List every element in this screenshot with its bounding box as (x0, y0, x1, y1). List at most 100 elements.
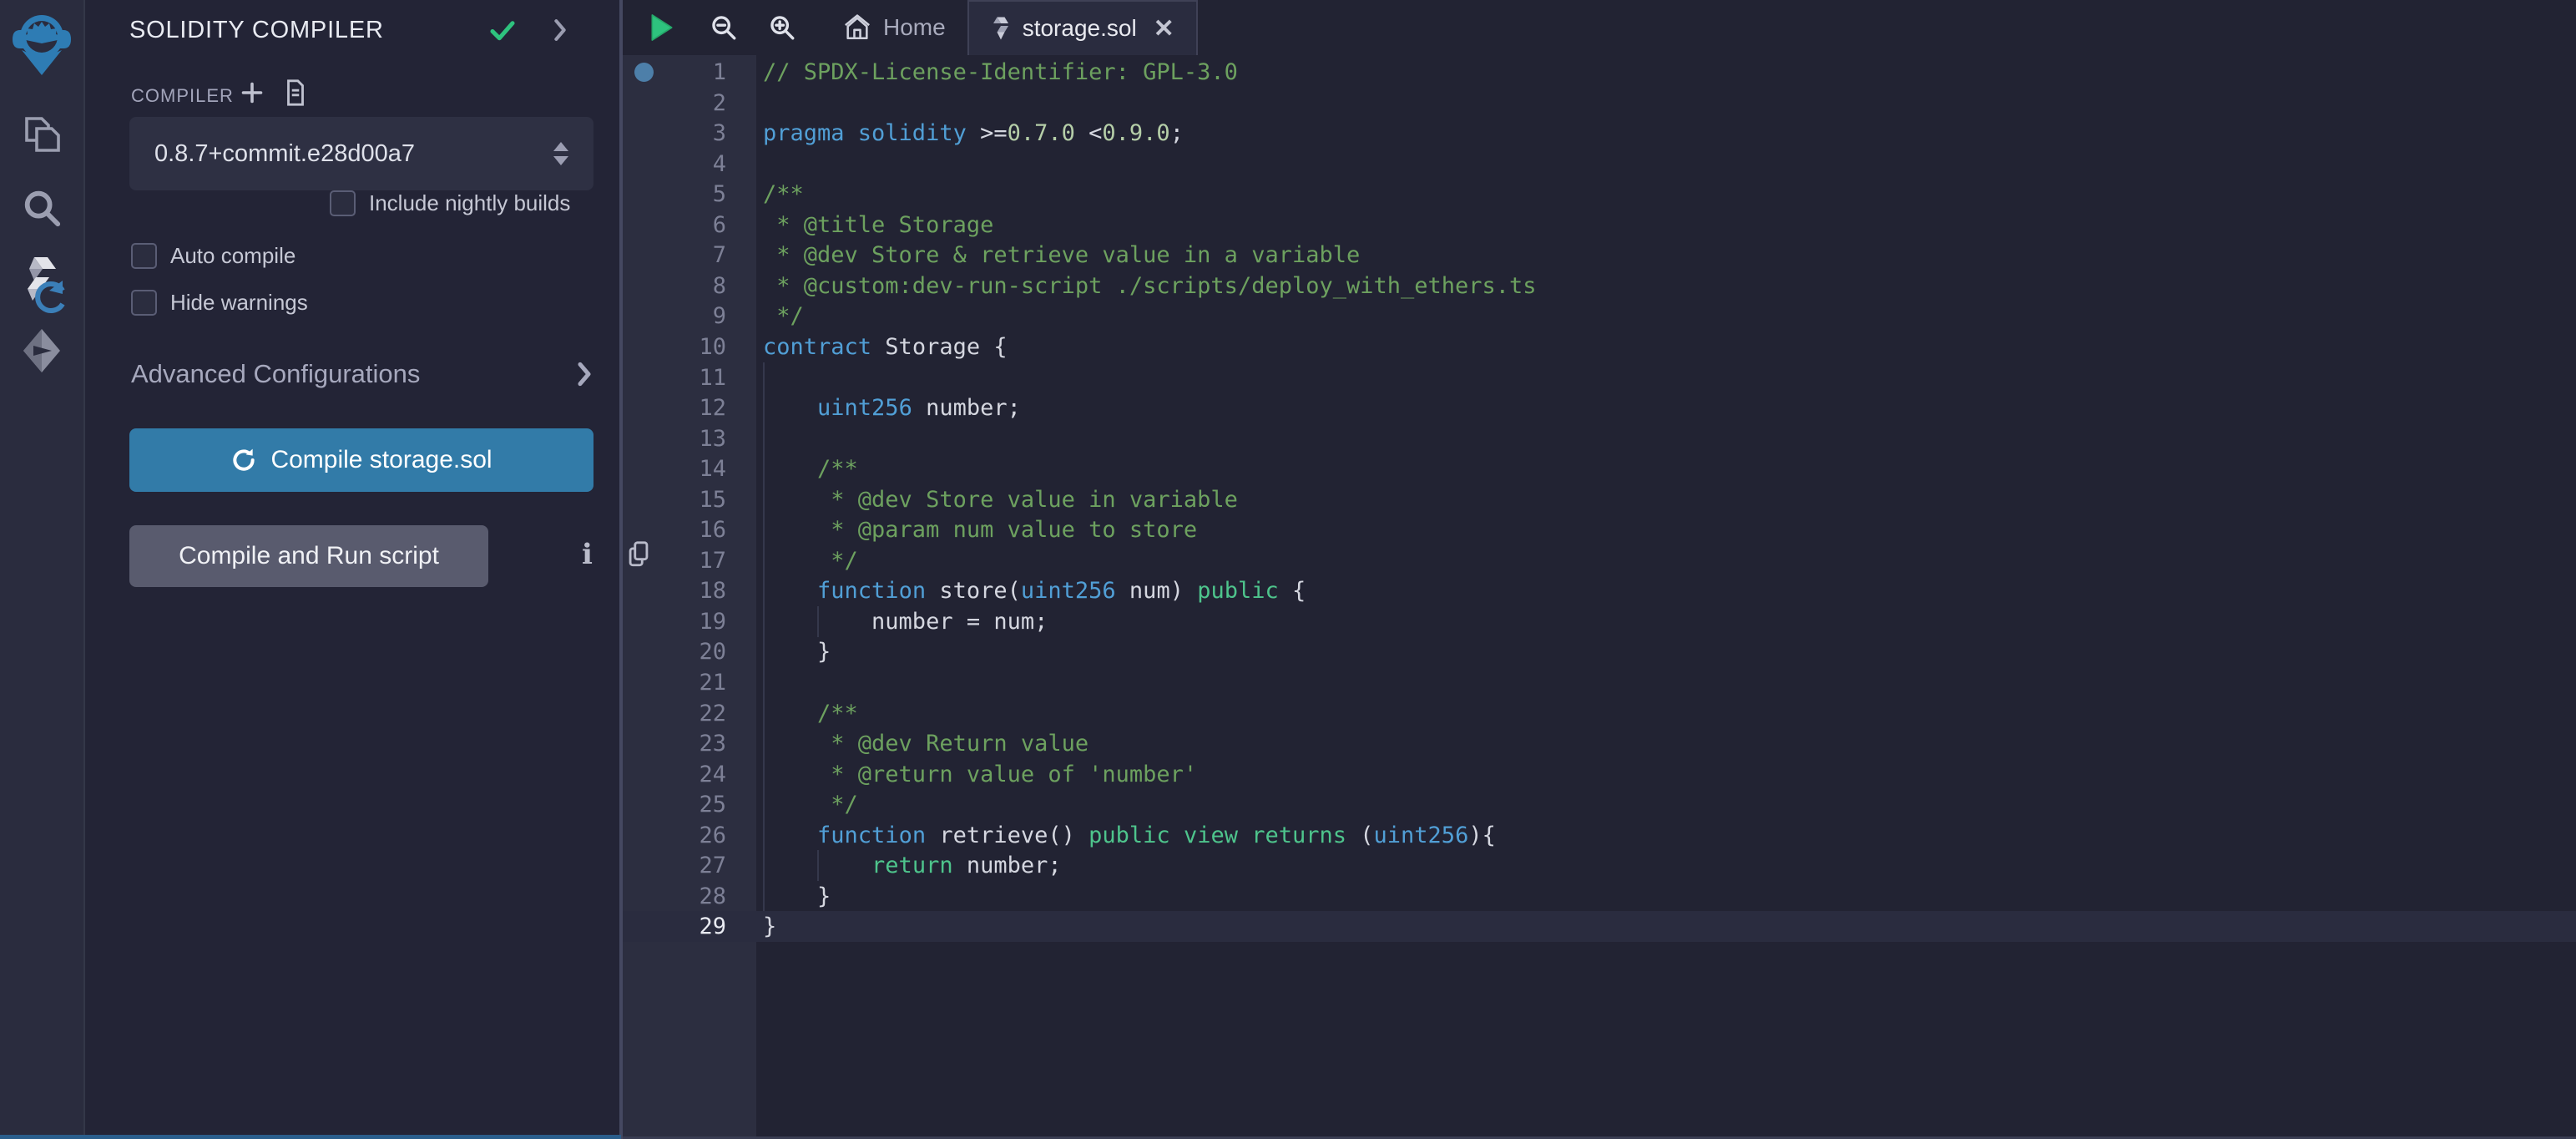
checkbox-box[interactable] (131, 290, 157, 316)
line-number[interactable]: 15 (623, 484, 756, 515)
panel-footer-accent (0, 1135, 621, 1139)
line-number[interactable]: 11 (623, 362, 756, 393)
code-line[interactable]: 3pragma solidity >=0.7.0 <0.9.0; (623, 118, 2576, 149)
code-line[interactable]: 16 * @param num value to store (623, 514, 2576, 545)
panel-collapse-chevron-icon[interactable] (551, 18, 569, 42)
code-line[interactable]: 6 * @title Storage (623, 210, 2576, 240)
code-line[interactable]: 8 * @custom:dev-run-script ./scripts/dep… (623, 271, 2576, 301)
checkbox-auto-compile[interactable]: Auto compile (131, 243, 295, 269)
code-line[interactable]: 14 /** (623, 453, 2576, 484)
tab-home[interactable]: Home (821, 0, 967, 55)
line-number[interactable]: 2 (623, 88, 756, 119)
code-line[interactable]: 20 } (623, 636, 2576, 667)
code-line[interactable]: 26 function retrieve() public view retur… (623, 820, 2576, 851)
solidity-compiler-panel: SOLIDITY COMPILER COMPILER 0.8.7+commit.… (85, 0, 619, 1139)
checkbox-hide-warnings[interactable]: Hide warnings (131, 290, 308, 316)
compiler-section-label: COMPILER (131, 85, 234, 107)
panel-editor-divider[interactable] (619, 0, 623, 1139)
code-line[interactable]: 13 (623, 423, 2576, 454)
compile-and-run-button[interactable]: Compile and Run script (129, 525, 488, 587)
indent-guide (763, 362, 765, 393)
line-number[interactable]: 20 (623, 636, 756, 667)
code-line[interactable]: 12 uint256 number; (623, 392, 2576, 423)
zoom-out-icon[interactable] (710, 13, 738, 42)
code-text: number = num; (763, 606, 1048, 637)
line-number[interactable]: 23 (623, 728, 756, 759)
tab-storage-sol[interactable]: storage.sol ✕ (967, 0, 1198, 55)
code-line[interactable]: 27 return number; (623, 850, 2576, 881)
compiler-version-select[interactable]: 0.8.7+commit.e28d00a7 (129, 117, 593, 190)
line-number[interactable]: 9 (623, 301, 756, 332)
code-text: } (763, 911, 776, 942)
code-line[interactable]: 17 */ (623, 545, 2576, 576)
compiler-doc-icon[interactable] (283, 78, 308, 107)
zoom-in-icon[interactable] (768, 13, 796, 42)
code-line[interactable]: 25 */ (623, 789, 2576, 820)
line-number[interactable]: 14 (623, 453, 756, 484)
code-line[interactable]: 5/** (623, 179, 2576, 210)
line-number[interactable]: 26 (623, 820, 756, 851)
code-editor[interactable]: 1// SPDX-License-Identifier: GPL-3.023pr… (623, 55, 2576, 1139)
code-text: } (763, 881, 831, 912)
solidity-compiler-icon[interactable] (0, 256, 83, 314)
line-number[interactable]: 1 (623, 57, 756, 88)
line-number[interactable]: 3 (623, 118, 756, 149)
line-number[interactable]: 25 (623, 789, 756, 820)
line-number[interactable]: 13 (623, 423, 756, 454)
line-number[interactable]: 10 (623, 332, 756, 362)
code-line[interactable]: 11 (623, 362, 2576, 393)
line-number[interactable]: 12 (623, 392, 756, 423)
code-line[interactable]: 19 number = num; (623, 606, 2576, 637)
code-line[interactable]: 18 function store(uint256 num) public { (623, 575, 2576, 606)
code-line[interactable]: 7 * @dev Store & retrieve value in a var… (623, 240, 2576, 271)
code-line[interactable]: 21 (623, 667, 2576, 698)
line-number[interactable]: 22 (623, 698, 756, 729)
checkbox-box[interactable] (131, 243, 157, 269)
compile-button[interactable]: Compile storage.sol (129, 428, 593, 492)
advanced-configurations-toggle[interactable]: Advanced Configurations (131, 359, 593, 389)
line-number[interactable]: 7 (623, 240, 756, 271)
code-line[interactable]: 4 (623, 149, 2576, 180)
code-line[interactable]: 2 (623, 88, 2576, 119)
code-line[interactable]: 1// SPDX-License-Identifier: GPL-3.0 (623, 57, 2576, 88)
file-explorer-icon[interactable] (0, 114, 83, 157)
compiler-version-value: 0.8.7+commit.e28d00a7 (154, 140, 553, 168)
line-number[interactable]: 8 (623, 271, 756, 301)
code-line[interactable]: 23 * @dev Return value (623, 728, 2576, 759)
select-arrows-icon (553, 142, 568, 165)
code-line[interactable]: 24 * @return value of 'number' (623, 759, 2576, 790)
code-line[interactable]: 22 /** (623, 698, 2576, 729)
line-number[interactable]: 19 (623, 606, 756, 637)
line-number[interactable]: 28 (623, 881, 756, 912)
line-number[interactable]: 18 (623, 575, 756, 606)
code-text: /** (763, 453, 858, 484)
line-number[interactable]: 24 (623, 759, 756, 790)
copy-icon[interactable] (626, 540, 651, 569)
close-tab-icon[interactable]: ✕ (1154, 14, 1174, 43)
line-number[interactable]: 5 (623, 179, 756, 210)
info-icon[interactable]: i (582, 538, 593, 571)
line-number[interactable]: 29 (623, 911, 756, 942)
line-number[interactable]: 4 (623, 149, 756, 180)
code-line[interactable]: 28 } (623, 881, 2576, 912)
line-number[interactable]: 21 (623, 667, 756, 698)
checkbox-box[interactable] (330, 190, 356, 216)
search-icon[interactable] (0, 187, 83, 229)
run-script-play-icon[interactable] (649, 13, 674, 42)
code-line[interactable]: 15 * @dev Store value in variable (623, 484, 2576, 515)
compile-success-check-icon (487, 15, 518, 45)
line-number[interactable]: 6 (623, 210, 756, 240)
deploy-run-icon[interactable] (0, 327, 83, 374)
line-number[interactable]: 27 (623, 850, 756, 881)
add-compiler-icon[interactable] (240, 80, 265, 105)
code-line[interactable]: 9 */ (623, 301, 2576, 332)
code-text: * @dev Store value in variable (763, 484, 1238, 515)
code-text: function retrieve() public view returns … (763, 820, 1496, 851)
code-line[interactable]: 29} (623, 911, 2576, 942)
remix-logo-icon[interactable] (0, 12, 83, 77)
checkbox-include-nightly[interactable]: Include nightly builds (330, 190, 570, 216)
editor-region: Home storage.sol ✕ 1// SPDX-License-Iden… (623, 0, 2576, 1139)
code-line[interactable]: 10contract Storage { (623, 332, 2576, 362)
code-text: * @title Storage (763, 210, 993, 240)
icon-sidebar (0, 0, 85, 1139)
